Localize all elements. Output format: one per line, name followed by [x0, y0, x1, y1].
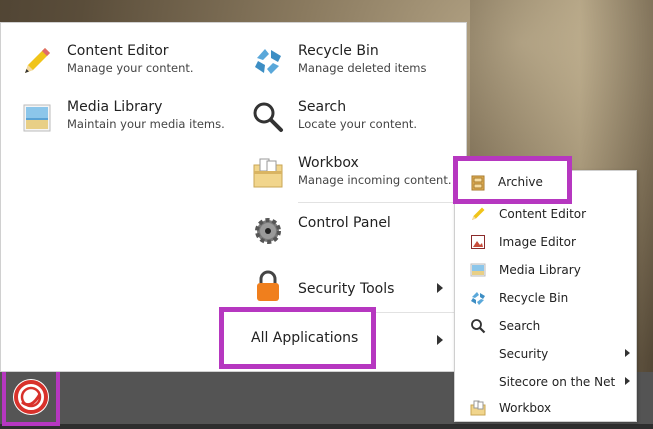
- blank-icon-slot: [470, 346, 486, 362]
- search-subtitle: Locate your content.: [298, 117, 418, 131]
- submenu-label: Recycle Bin: [499, 291, 569, 305]
- submenu-label: Sitecore on the Net: [499, 375, 616, 389]
- security-tools-arrow-icon: [437, 283, 443, 293]
- all-applications-label: All Applications: [251, 330, 359, 346]
- submenu-label: Image Editor: [499, 235, 576, 249]
- search-title: Search: [298, 99, 347, 115]
- all-applications-arrow-icon: [437, 335, 443, 345]
- recycle-icon: [470, 290, 486, 306]
- workbox-subtitle: Manage incoming content.: [298, 173, 452, 187]
- submenu-item-archive-highlighted[interactable]: Archive: [453, 156, 572, 204]
- recycle-bin-item[interactable]: Recycle Bin Manage deleted items: [250, 43, 427, 79]
- submenu-item-image-editor[interactable]: Image Editor: [455, 228, 636, 256]
- media-library-icon: [470, 262, 486, 278]
- content-editor-item[interactable]: Content Editor Manage your content.: [19, 43, 194, 79]
- submenu-label: Security: [499, 347, 549, 361]
- submenu-item-workbox[interactable]: Workbox: [455, 394, 636, 422]
- submenu-label: Archive: [498, 175, 543, 189]
- gear-icon: [250, 213, 286, 249]
- workbox-title: Workbox: [298, 155, 359, 171]
- blank-icon-slot: [470, 374, 486, 390]
- pencil-icon: [470, 206, 486, 222]
- security-arrow-icon: [625, 349, 630, 357]
- all-applications-button[interactable]: All Applications: [219, 307, 376, 369]
- submenu-item-security[interactable]: Security: [455, 340, 636, 368]
- submenu-item-content-editor[interactable]: Content Editor: [455, 200, 636, 228]
- media-library-item[interactable]: Media Library Maintain your media items.: [19, 99, 225, 135]
- content-editor-subtitle: Manage your content.: [67, 61, 194, 75]
- submenu-item-sitecore-on-the-net[interactable]: Sitecore on the Net: [455, 368, 636, 396]
- media-library-subtitle: Maintain your media items.: [67, 117, 225, 131]
- search-item[interactable]: Search Locate your content.: [250, 99, 417, 135]
- submenu-label: Workbox: [499, 401, 552, 415]
- media-library-icon: [19, 99, 55, 135]
- submenu-item-search[interactable]: Search: [455, 312, 636, 340]
- pencil-icon: [19, 43, 55, 79]
- magnifier-icon: [250, 99, 286, 135]
- workbox-icon: [470, 400, 486, 416]
- taskbar-bottom-strip: [0, 424, 653, 429]
- submenu-label: Search: [499, 319, 541, 333]
- submenu-item-media-library[interactable]: Media Library: [455, 256, 636, 284]
- recycle-bin-title: Recycle Bin: [298, 43, 379, 59]
- start-button[interactable]: [2, 368, 60, 426]
- workbox-icon: [250, 155, 286, 191]
- security-tools-item[interactable]: Security Tools: [250, 268, 394, 304]
- control-panel-title: Control Panel: [298, 215, 391, 231]
- security-tools-title: Security Tools: [298, 281, 395, 297]
- menu-divider: [298, 202, 466, 203]
- recycle-icon: [250, 43, 286, 79]
- recycle-bin-subtitle: Manage deleted items: [298, 61, 427, 75]
- submenu-label: Media Library: [499, 263, 581, 277]
- all-applications-submenu: Content Editor Image Editor Media Librar…: [454, 170, 637, 422]
- sitecore-on-the-net-arrow-icon: [625, 377, 630, 385]
- padlock-icon: [250, 268, 286, 304]
- workbox-item[interactable]: Workbox Manage incoming content.: [250, 155, 452, 191]
- submenu-label: Content Editor: [499, 207, 587, 221]
- submenu-item-recycle-bin[interactable]: Recycle Bin: [455, 284, 636, 312]
- sitecore-logo-icon: [13, 379, 49, 415]
- control-panel-item[interactable]: Control Panel: [250, 213, 391, 249]
- magnifier-icon: [470, 318, 486, 334]
- image-editor-icon: [470, 234, 486, 250]
- content-editor-title: Content Editor: [67, 43, 169, 59]
- media-library-title: Media Library: [67, 99, 163, 115]
- archive-icon: [470, 175, 486, 191]
